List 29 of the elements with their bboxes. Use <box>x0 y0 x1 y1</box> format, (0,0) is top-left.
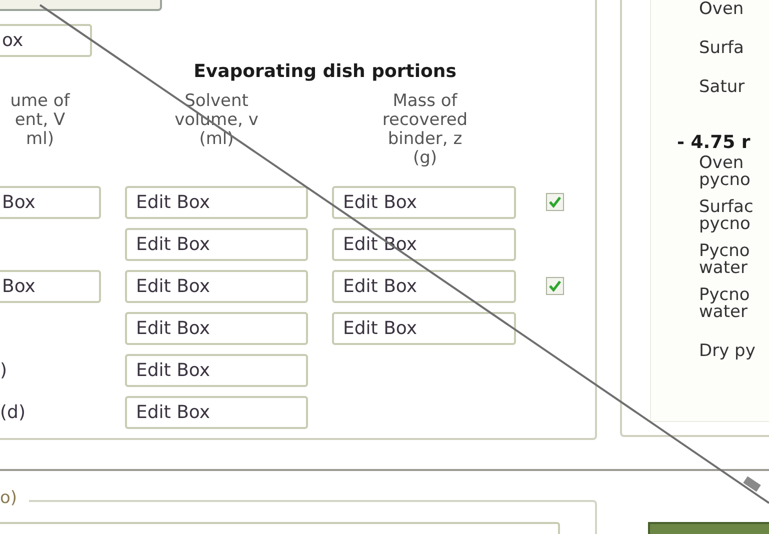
input-field[interactable]: Box <box>0 186 101 218</box>
input-field[interactable]: Edit Box <box>332 186 516 218</box>
input-field[interactable]: Edit Box <box>125 228 308 260</box>
input-field[interactable]: Edit Box <box>125 270 308 302</box>
input-field[interactable]: Edit Box <box>125 186 308 218</box>
field-label: Surfac pycno <box>699 199 754 233</box>
field-label: Oven <box>699 1 745 18</box>
checkbox[interactable] <box>546 193 564 211</box>
field-label: Pycno water <box>699 243 751 277</box>
field-label: Pycno water <box>699 287 751 321</box>
row-label: ) <box>0 360 8 380</box>
input-field[interactable]: Edit Box <box>125 312 308 344</box>
input-field[interactable]: ox <box>0 24 92 57</box>
input-field[interactable]: Edit Box <box>332 270 516 302</box>
field-label: Dry py <box>699 343 756 360</box>
input-field[interactable]: Edit Box <box>125 354 308 386</box>
checkbox[interactable] <box>546 277 564 295</box>
group-legend: o) <box>0 488 30 508</box>
column-header: Mass of recovered binder, z (g) <box>381 92 469 168</box>
input-field[interactable]: Edit Box <box>125 396 308 428</box>
input-field[interactable]: Edit Box <box>332 312 516 344</box>
input-field[interactable]: Box <box>0 270 101 302</box>
field-label: Satur <box>699 79 746 96</box>
row-label: (d) <box>0 402 26 422</box>
column-header: ume of ent, V ml) <box>9 92 71 149</box>
field-label: Surfa <box>699 40 745 57</box>
field-label: - 4.75 r <box>677 134 752 151</box>
section-heading: Evaporating dish portions <box>192 61 458 82</box>
field-label: Oven pycno <box>699 155 752 189</box>
